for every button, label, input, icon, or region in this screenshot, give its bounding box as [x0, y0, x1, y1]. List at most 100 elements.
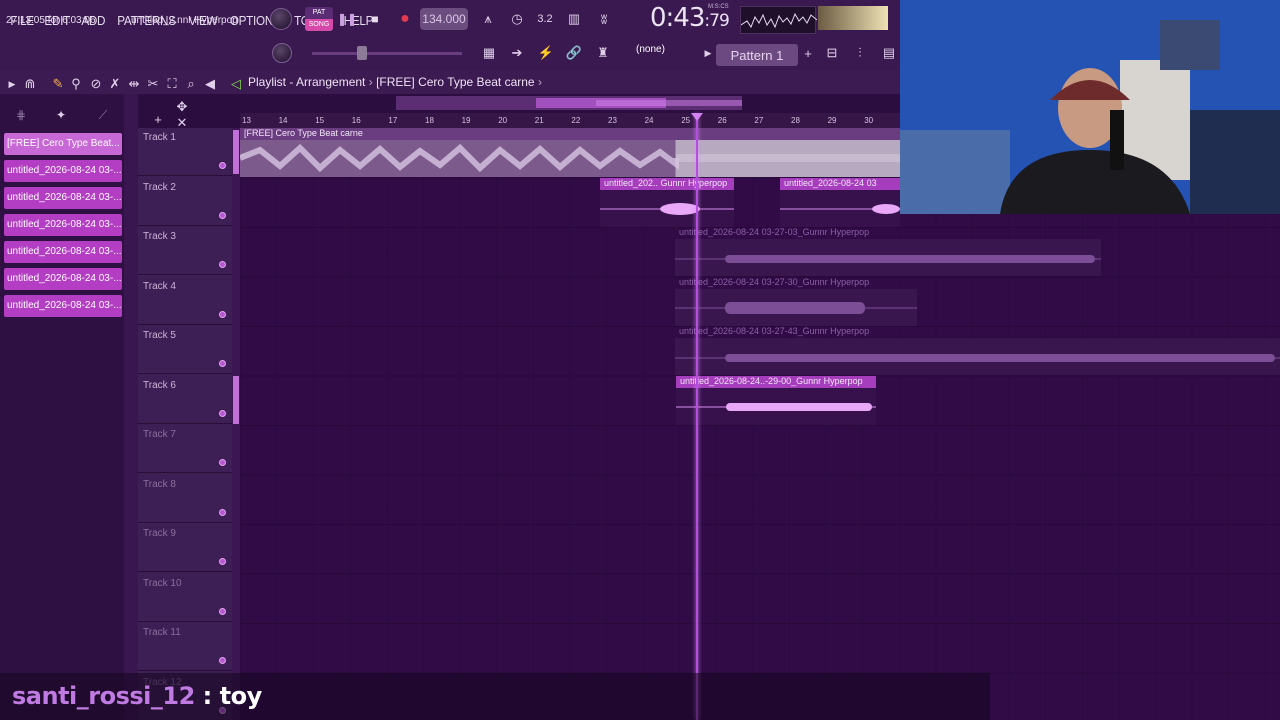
track-mute-led[interactable]: [219, 409, 226, 417]
waveform-icon: [740, 12, 818, 29]
ruler-bar-number: 23: [608, 116, 617, 125]
audio-clip-track1[interactable]: [FREE] Cero Type Beat carne: [240, 128, 900, 177]
picker-clip-item[interactable]: untitled_2026-08-24 03-...: [4, 241, 122, 263]
track-mute-led[interactable]: [219, 508, 226, 516]
link-icon[interactable]: 🔗: [562, 42, 586, 64]
playhead[interactable]: [696, 113, 698, 720]
picker-automation-icon[interactable]: ⟋: [94, 108, 112, 124]
blend-notes-icon[interactable]: ʬ: [592, 8, 616, 30]
track-header[interactable]: Track 5: [138, 326, 232, 374]
mixer-icon[interactable]: ⫶: [848, 42, 872, 64]
audio-clip-track3[interactable]: untitled_2026-08-24 03-27-03_Gunnr Hyper…: [675, 227, 1101, 276]
channel-rack-icon[interactable]: ⊟: [820, 42, 844, 64]
picker-splitter[interactable]: [124, 94, 138, 720]
pat-song-toggle[interactable]: PAT SONG: [305, 7, 333, 33]
track-name: Track 9: [143, 528, 176, 539]
track-mute-led[interactable]: [219, 459, 226, 466]
track-name: Track 4: [143, 280, 176, 292]
step-edit-icon[interactable]: ▥: [562, 8, 586, 30]
track-mute-led[interactable]: [219, 607, 226, 615]
playlist-title-label: Playlist - Arrangement: [248, 75, 366, 89]
plugin-icon[interactable]: ⚡: [534, 42, 558, 64]
metronome-icon[interactable]: ⩚: [476, 8, 500, 30]
magnet-icon[interactable]: ⋒: [18, 73, 42, 95]
pat-label: PAT: [305, 7, 333, 19]
master-slider-track[interactable]: [312, 52, 462, 55]
picker-clip-item[interactable]: untitled_2026-08-24 03-...: [4, 160, 122, 182]
countdown-icon[interactable]: 3.2: [533, 8, 557, 30]
clip-waveform-body: [240, 140, 900, 177]
track-header[interactable]: Track 7: [138, 425, 232, 473]
overview-scrollbar[interactable]: [396, 96, 856, 110]
audio-clip-track6[interactable]: untitled_2026-08-24..-29-00_Gunnr Hyperp…: [676, 376, 876, 425]
track-mute-led[interactable]: [219, 360, 226, 367]
audio-clip-track2-b[interactable]: untitled_2026-08-24 03: [780, 178, 900, 227]
pause-button[interactable]: ❚❚: [336, 9, 358, 29]
webcam-image: [900, 0, 1280, 214]
track-header[interactable]: Track 10: [138, 574, 232, 622]
ruler-bar-number: 25: [681, 116, 691, 125]
track-name: Track 3: [143, 231, 176, 242]
clip-waveform-body: [675, 338, 1280, 375]
track-scroll-thumb-2[interactable]: [233, 376, 239, 424]
arrow-right-icon[interactable]: ➔: [505, 42, 529, 64]
playlist-play-icon[interactable]: ◁: [224, 73, 248, 95]
picker-clip-item[interactable]: [FREE] Cero Type Beat...: [4, 133, 122, 155]
timeline-ruler[interactable]: [240, 113, 900, 128]
master-slider-thumb[interactable]: [357, 46, 367, 60]
track-mute-led[interactable]: [219, 261, 226, 268]
playback-icon[interactable]: ◀: [198, 73, 222, 95]
picker-clip-item[interactable]: untitled_2026-08-24 03-...: [4, 268, 122, 290]
time-main: 0:43: [650, 3, 705, 33]
master-pitch-knob[interactable]: [272, 43, 292, 63]
ruler-bar-number: 19: [461, 116, 471, 125]
picker-audio-icon[interactable]: ✦: [52, 108, 70, 124]
playhead-marker[interactable]: [691, 113, 703, 121]
track-header[interactable]: Track 2: [138, 178, 232, 226]
pattern-selector[interactable]: Pattern 1: [716, 44, 798, 66]
clip-title: untitled_2026-08-24 03-27-30_Gunnr Hyper…: [679, 277, 870, 287]
picker-clip-item[interactable]: untitled_2026-08-24 03-...: [4, 214, 122, 236]
ruler-bar-number: 27: [754, 116, 764, 125]
snap-select[interactable]: (none): [636, 44, 702, 62]
audio-clip-track2-a[interactable]: untitled_202.. Gunnr Hyperpop: [600, 178, 734, 227]
track-mute-led[interactable]: [219, 657, 226, 664]
wait-input-icon[interactable]: ◷: [505, 8, 529, 30]
ruler-bar-number: 13: [242, 116, 251, 125]
overview-waveform: [536, 98, 856, 108]
audio-waveform-icon: [780, 204, 900, 214]
track-header[interactable]: Track 9: [138, 524, 232, 572]
cpu-meter: [818, 6, 888, 30]
track-mute-led[interactable]: [219, 211, 226, 219]
clip-title: untitled_2026-08-24 03: [780, 178, 900, 190]
track-header[interactable]: Track 4: [138, 277, 232, 325]
picker-pattern-icon[interactable]: ⋕: [12, 108, 30, 124]
track-name: Track 6: [143, 379, 176, 391]
master-volume-knob[interactable]: [270, 8, 292, 30]
stop-button[interactable]: ■: [364, 9, 386, 29]
audio-clip-track5[interactable]: untitled_2026-08-24 03-27-43_Gunnr Hyper…: [675, 326, 1280, 375]
stamp-icon[interactable]: ♜: [591, 42, 615, 64]
add-pattern-icon[interactable]: +: [796, 42, 820, 64]
track-header[interactable]: Track 3: [138, 227, 232, 275]
track-mute-led[interactable]: [219, 558, 226, 565]
clip-title: untitled_202.. Gunnr Hyperpop: [600, 178, 734, 190]
track-header[interactable]: Track 8: [138, 475, 232, 523]
add-track-icon[interactable]: +: [146, 108, 170, 130]
track-scrollbar[interactable]: [232, 128, 240, 720]
track-mute-led[interactable]: [219, 162, 226, 169]
browser-icon[interactable]: ▤: [877, 42, 901, 64]
track-header[interactable]: Track 11: [138, 623, 232, 671]
track-header[interactable]: Track 6: [138, 376, 232, 424]
audio-clip-track4[interactable]: untitled_2026-08-24 03-27-30_Gunnr Hyper…: [675, 277, 917, 326]
track-mute-led[interactable]: [219, 310, 226, 318]
picker-clip-item[interactable]: untitled_2026-08-24 03-...: [4, 187, 122, 209]
tempo-display[interactable]: 134.000: [420, 8, 468, 30]
clip-waveform-body: [675, 289, 917, 326]
picker-clip-item[interactable]: untitled_2026-08-24 03-...: [4, 295, 122, 317]
clip-title: untitled_2026-08-24..-29-00_Gunnr Hyperp…: [676, 376, 876, 388]
piano-icon[interactable]: ▦: [477, 42, 501, 64]
record-button[interactable]: ●: [394, 9, 416, 29]
track-scroll-thumb-1[interactable]: [233, 130, 239, 174]
track-header[interactable]: Track 1: [138, 128, 232, 176]
